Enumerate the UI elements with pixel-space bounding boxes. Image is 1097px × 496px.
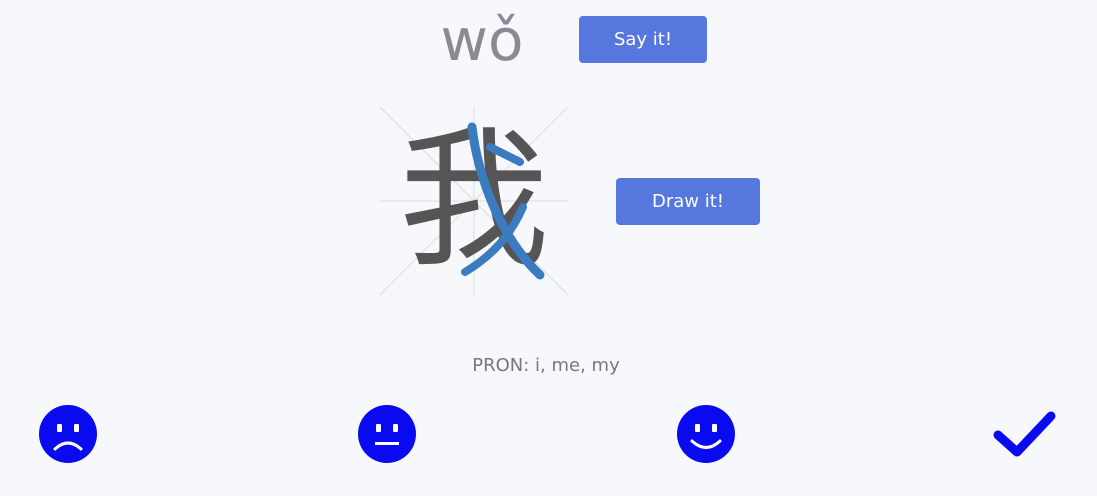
happy-face-icon <box>677 405 735 463</box>
rate-ok-button[interactable] <box>358 405 416 463</box>
rate-hard-button[interactable] <box>39 405 97 463</box>
character-canvas[interactable]: 我 <box>380 107 568 295</box>
say-it-button[interactable]: Say it! <box>579 16 707 63</box>
meaning-text: PRON: i, me, my <box>472 355 620 376</box>
stroke-highlight <box>461 122 545 280</box>
draw-it-button[interactable]: Draw it! <box>616 178 760 225</box>
pinyin-text: wǒ <box>440 6 524 74</box>
rate-good-button[interactable] <box>677 405 735 463</box>
sad-face-icon <box>39 405 97 463</box>
checkmark-icon <box>993 411 1056 457</box>
mark-known-button[interactable] <box>993 408 1057 460</box>
neutral-face-icon <box>358 405 416 463</box>
